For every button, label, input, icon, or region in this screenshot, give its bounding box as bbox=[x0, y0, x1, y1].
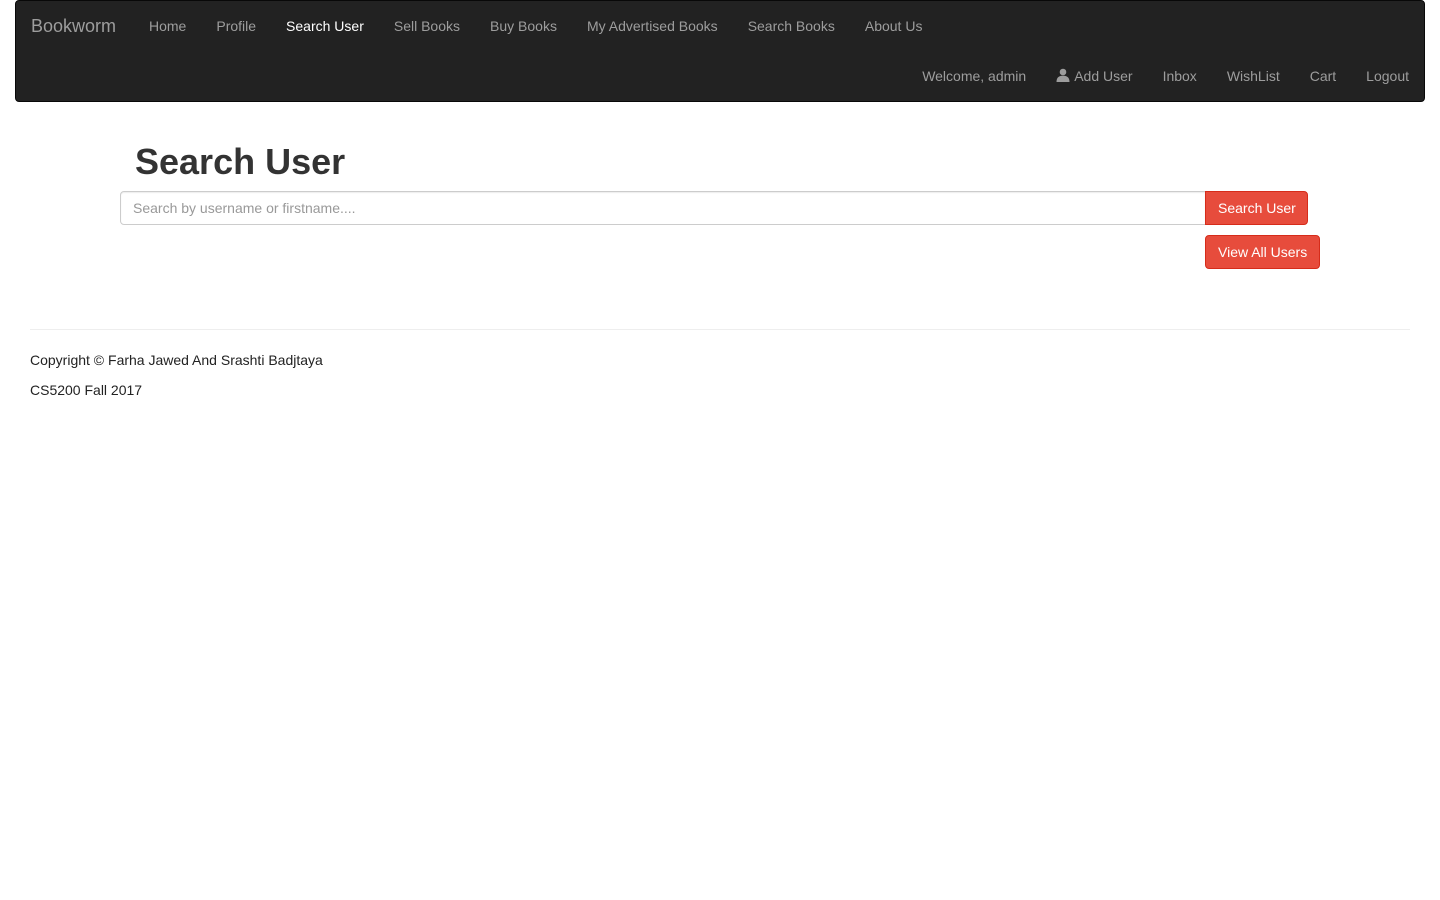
view-all-users-button[interactable]: View All Users bbox=[1205, 235, 1320, 269]
main-nav: Home Profile Search User Sell Books Buy … bbox=[134, 1, 937, 51]
user-icon bbox=[1056, 68, 1070, 82]
nav-logout[interactable]: Logout bbox=[1351, 51, 1424, 101]
nav-about-us[interactable]: About Us bbox=[850, 1, 938, 51]
nav-search-user[interactable]: Search User bbox=[271, 1, 379, 51]
add-user-label: Add User bbox=[1074, 68, 1133, 84]
footer-copyright: Copyright © Farha Jawed And Srashti Badj… bbox=[30, 352, 323, 368]
nav-my-advertised-books[interactable]: My Advertised Books bbox=[572, 1, 733, 51]
nav-sell-books[interactable]: Sell Books bbox=[379, 1, 475, 51]
search-user-button[interactable]: Search User bbox=[1205, 191, 1308, 225]
footer-course: CS5200 Fall 2017 bbox=[30, 382, 143, 398]
page-title: Search User bbox=[135, 141, 346, 182]
brand-link[interactable]: Bookworm bbox=[31, 16, 116, 36]
top-navbar: Bookworm Home Profile Search User Sell B… bbox=[15, 0, 1425, 102]
nav-buy-books[interactable]: Buy Books bbox=[475, 1, 572, 51]
nav-add-user[interactable]: Add User bbox=[1041, 51, 1147, 101]
welcome-text: Welcome, admin bbox=[922, 68, 1027, 84]
nav-search-books[interactable]: Search Books bbox=[733, 1, 850, 51]
search-input[interactable] bbox=[120, 191, 1206, 225]
nav-cart[interactable]: Cart bbox=[1295, 51, 1351, 101]
footer-divider bbox=[30, 329, 1410, 330]
nav-inbox[interactable]: Inbox bbox=[1148, 51, 1212, 101]
nav-home[interactable]: Home bbox=[134, 1, 201, 51]
nav-profile[interactable]: Profile bbox=[201, 1, 271, 51]
user-nav: Welcome, admin Add User Inbox WishList C… bbox=[907, 51, 1424, 101]
nav-wishlist[interactable]: WishList bbox=[1212, 51, 1295, 101]
